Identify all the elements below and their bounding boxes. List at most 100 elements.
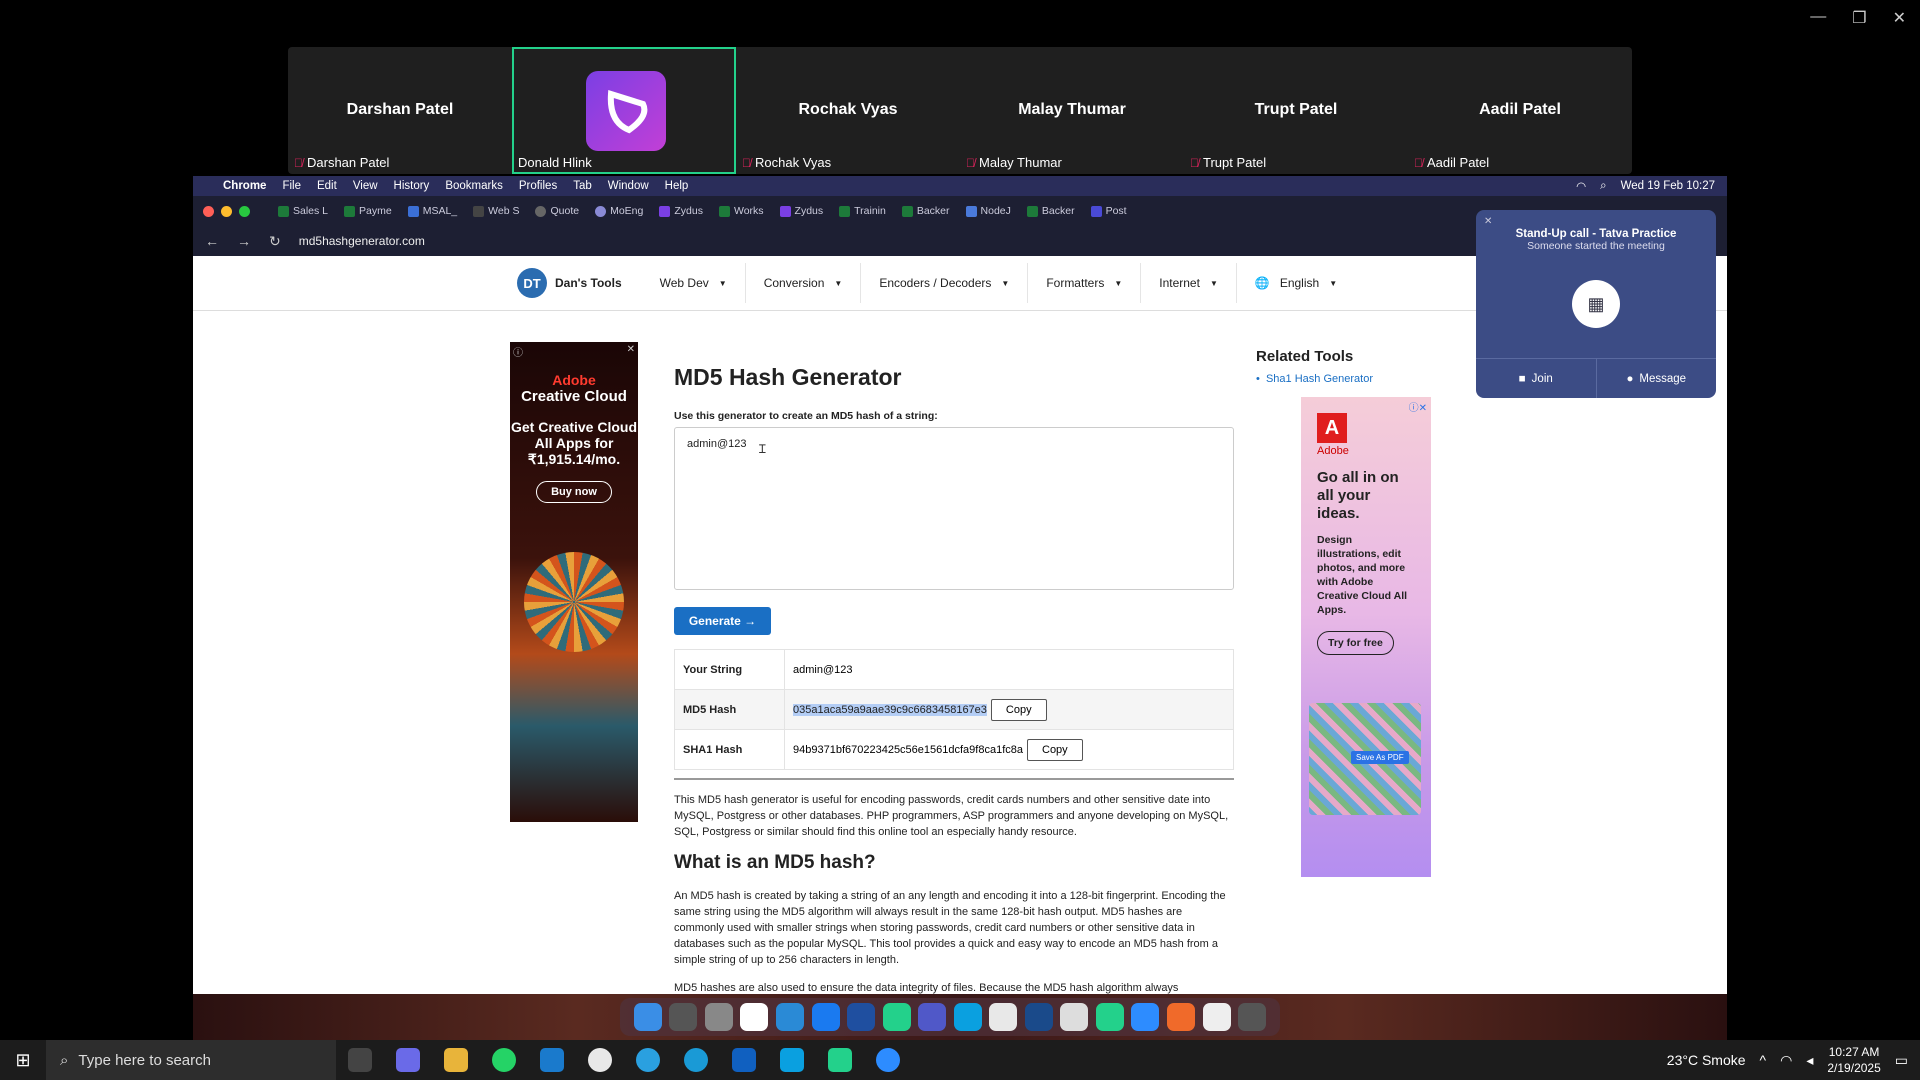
browser-tab[interactable]: Zydus [772, 200, 832, 222]
result-value[interactable]: admin@123 [784, 649, 1234, 690]
network-icon[interactable]: ◠ [1780, 1052, 1792, 1069]
zoom-icon[interactable] [864, 1040, 912, 1080]
participant-tile[interactable]: Malay Thumar 🎙̸ Malay Thumar [960, 47, 1184, 174]
md5-hash-value[interactable]: 035a1aca59a9aae39c9c6683458167e3 [793, 703, 987, 716]
ad-try-button[interactable]: Try for free [1317, 631, 1394, 655]
appstore-icon[interactable] [811, 1003, 840, 1031]
outlook-icon[interactable] [720, 1040, 768, 1080]
reload-icon[interactable]: ↻ [269, 233, 281, 250]
app-icon[interactable] [882, 1003, 911, 1031]
message-button[interactable]: ● Message [1595, 359, 1717, 398]
weather-widget[interactable]: 23°C Smoke [1667, 1052, 1746, 1068]
wifi-icon[interactable]: ◠ [1576, 179, 1586, 193]
url-field[interactable]: md5hashgenerator.com [299, 234, 425, 248]
menu-help[interactable]: Help [665, 180, 689, 192]
teams-icon[interactable] [918, 1003, 947, 1031]
telegram-icon[interactable] [624, 1040, 672, 1080]
browser-tab[interactable]: NodeJ [958, 200, 1019, 222]
vscode-icon[interactable] [528, 1040, 576, 1080]
settings-icon[interactable] [704, 1003, 733, 1031]
participant-tile[interactable]: Aadil Patel 🎙̸ Aadil Patel [1408, 47, 1632, 174]
ad-close-icon[interactable]: ✕ [627, 344, 635, 355]
notifications-icon[interactable]: ▭ [1895, 1052, 1908, 1069]
nav-internet[interactable]: Internet ▼ [1141, 263, 1237, 303]
skype-icon[interactable] [768, 1040, 816, 1080]
browser-tab[interactable]: Post [1083, 200, 1135, 222]
taskbar-clock[interactable]: 10:27 AM 2/19/2025 [1827, 1044, 1880, 1076]
participant-tile[interactable]: Trupt Patel 🎙̸ Trupt Patel [1184, 47, 1408, 174]
site-logo[interactable]: DT Dan's Tools [517, 268, 622, 298]
app-icon[interactable] [1095, 1003, 1124, 1031]
minimize-window-icon[interactable] [221, 205, 232, 217]
sha1-hash-value[interactable]: 94b9371bf670223425c56e1561dcfa9f8ca1fc8a [793, 744, 1023, 756]
chrome-icon[interactable] [576, 1040, 624, 1080]
app-icon[interactable] [1202, 1003, 1231, 1031]
task-view-icon[interactable] [336, 1040, 384, 1080]
volume-icon[interactable]: ◂ [1806, 1052, 1813, 1069]
browser-tab[interactable]: Web S [465, 200, 527, 222]
close-icon[interactable]: ✕ [1484, 216, 1492, 227]
ad-close-icon[interactable]: ⓘ✕ [1409, 399, 1427, 414]
zoom-window-icon[interactable] [239, 205, 250, 217]
postman-icon[interactable] [1166, 1003, 1195, 1031]
vscode-icon[interactable] [1024, 1003, 1053, 1031]
nav-formatters[interactable]: Formatters ▼ [1028, 263, 1142, 303]
whatsapp-icon[interactable] [480, 1040, 528, 1080]
trash-icon[interactable] [1238, 1003, 1267, 1031]
skype-icon[interactable] [953, 1003, 982, 1031]
minimize-button[interactable]: — [1810, 8, 1826, 28]
back-icon[interactable]: ← [205, 233, 219, 249]
browser-tab[interactable]: Payme [336, 200, 400, 222]
participant-tile[interactable]: Rochak Vyas 🎙̸ Rochak Vyas [736, 47, 960, 174]
app-icon[interactable] [816, 1040, 864, 1080]
calendar-icon[interactable] [740, 1003, 769, 1031]
app-icon[interactable] [847, 1003, 876, 1031]
menu-edit[interactable]: Edit [317, 180, 337, 192]
chrome-icon[interactable] [989, 1003, 1018, 1031]
taskbar-search[interactable]: ⌕ Type here to search [46, 1040, 336, 1080]
windows-start-icon[interactable]: ⊞ [0, 1040, 46, 1080]
close-button[interactable]: ✕ [1893, 8, 1906, 28]
menu-bookmarks[interactable]: Bookmarks [445, 180, 503, 192]
ad-right[interactable]: ⓘ✕ A Adobe Go all in on all your ideas. … [1301, 397, 1431, 877]
search-icon[interactable]: ⌕ [1600, 180, 1606, 193]
nav-conversion[interactable]: Conversion ▼ [746, 263, 862, 303]
menu-profiles[interactable]: Profiles [519, 180, 557, 192]
string-input[interactable]: admin@123 Ɪ [674, 427, 1234, 590]
close-window-icon[interactable] [203, 205, 214, 217]
join-button[interactable]: ■ Join [1476, 359, 1596, 398]
copilot-icon[interactable] [384, 1040, 432, 1080]
generate-button[interactable]: Generate → [674, 607, 771, 635]
browser-tab[interactable]: Trainin [831, 200, 894, 222]
forward-icon[interactable]: → [237, 233, 251, 249]
menu-app[interactable]: Chrome [223, 180, 266, 192]
browser-tab[interactable]: Sales L [270, 200, 336, 222]
browser-tab[interactable]: Backer [894, 200, 958, 222]
app-icon[interactable] [775, 1003, 804, 1031]
app-icon[interactable] [1060, 1003, 1089, 1031]
nav-web-dev[interactable]: Web Dev ▼ [642, 263, 746, 303]
related-link[interactable]: • Sha1 Hash Generator [1256, 373, 1373, 385]
menu-history[interactable]: History [394, 180, 430, 192]
browser-tab[interactable]: Zydus [651, 200, 711, 222]
copy-sha1-button[interactable]: Copy [1027, 738, 1083, 761]
restore-button[interactable]: ❐ [1852, 8, 1866, 28]
zoom-icon[interactable] [1131, 1003, 1160, 1031]
browser-tab[interactable]: Quote [527, 200, 587, 222]
browser-tab[interactable]: Backer [1019, 200, 1083, 222]
file-explorer-icon[interactable] [432, 1040, 480, 1080]
browser-tab[interactable]: Works [711, 200, 772, 222]
edge-icon[interactable] [672, 1040, 720, 1080]
participant-tile-active[interactable]: Donald Hlink [512, 47, 736, 174]
launchpad-icon[interactable] [669, 1003, 698, 1031]
nav-encoders-decoders[interactable]: Encoders / Decoders ▼ [861, 263, 1029, 303]
menubar-datetime[interactable]: Wed 19 Feb 10:27 [1621, 180, 1715, 192]
copy-md5-button[interactable]: Copy [990, 698, 1047, 721]
chevron-up-icon[interactable]: ^ [1760, 1052, 1767, 1068]
ad-left[interactable]: ⓘ ✕ Adobe Creative Cloud Get Creative Cl… [510, 342, 638, 822]
browser-tab[interactable]: MoEng [587, 200, 651, 222]
ad-info-icon[interactable]: ⓘ [513, 344, 523, 359]
ad-buy-button[interactable]: Buy now [536, 481, 612, 503]
nav-language[interactable]: 🌐 English ▼ [1237, 263, 1355, 303]
menu-window[interactable]: Window [608, 180, 649, 192]
